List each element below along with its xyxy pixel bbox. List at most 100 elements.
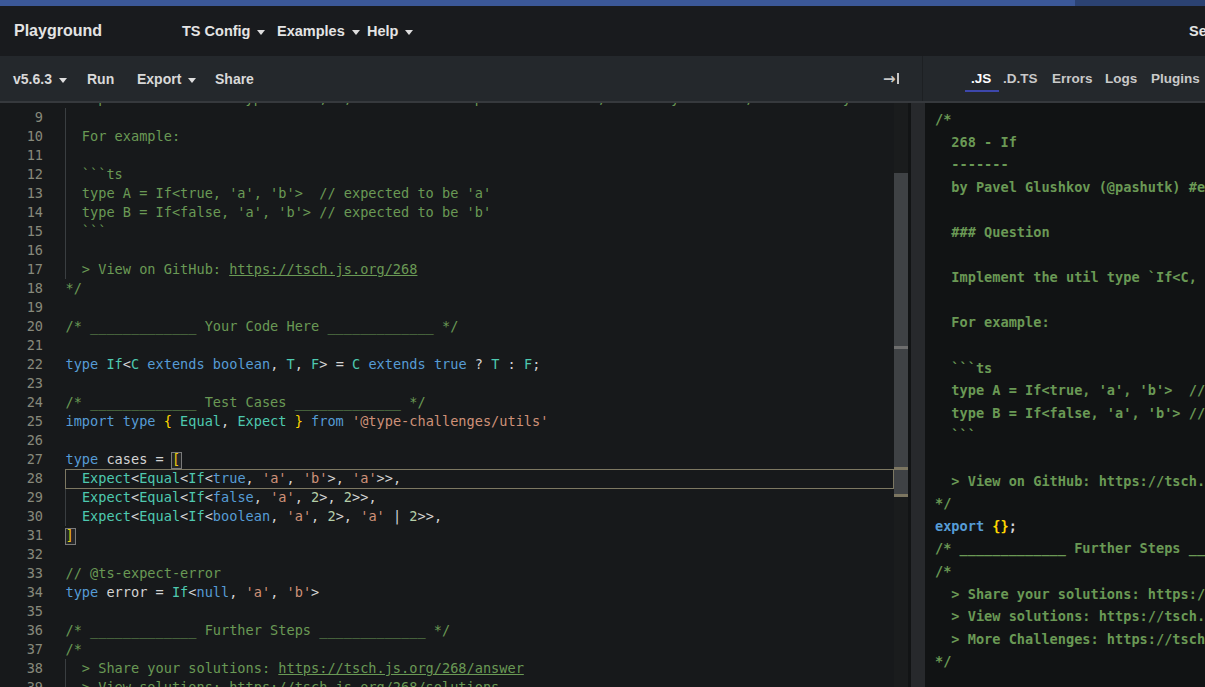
token: 'a' bbox=[270, 489, 295, 505]
token: 'a' bbox=[287, 508, 312, 524]
v5-6-3-button[interactable]: v5.6.3 bbox=[13, 56, 67, 101]
scrollbar-thumb[interactable] bbox=[894, 173, 908, 497]
line-number: 21 bbox=[0, 336, 43, 355]
token: type A = If<true, 'a', 'b'> // expected … bbox=[935, 382, 1205, 398]
output-line: ```ts bbox=[935, 357, 992, 380]
line-number: 37 bbox=[0, 640, 43, 659]
token: For example: bbox=[66, 128, 181, 144]
token: < bbox=[205, 489, 213, 505]
token: Equal bbox=[139, 489, 180, 505]
output-line: by Pavel Glushkov (@pashutk) #easy #util… bbox=[935, 176, 1205, 199]
editor-toolbar: v5.6.3 Run Export Share → .JS .D.TS Errors Log… bbox=[0, 56, 1205, 103]
token: type B = If<false, 'a', 'b'> // expected… bbox=[66, 204, 492, 220]
line-number: 22 bbox=[0, 355, 43, 374]
token: 2 bbox=[327, 508, 335, 524]
line-number: 24 bbox=[0, 393, 43, 412]
settings-button[interactable]: Se bbox=[1189, 6, 1205, 56]
editor-scrollbar[interactable] bbox=[894, 103, 908, 687]
run-button[interactable]: Run bbox=[87, 56, 114, 101]
line-number: 30 bbox=[0, 507, 43, 526]
output-line: /* bbox=[935, 108, 951, 131]
token: /* _____________ Test Cases ____________… bbox=[66, 394, 426, 410]
token: type bbox=[66, 356, 99, 372]
token: > View solutions: bbox=[66, 679, 230, 687]
token: > More Challenges: https://tsch.js.org/p… bbox=[935, 631, 1205, 647]
export-button[interactable]: Export bbox=[137, 56, 196, 101]
token: */ bbox=[935, 495, 951, 511]
token: null bbox=[196, 584, 229, 600]
line-number: 10 bbox=[0, 127, 43, 146]
main-navbar: Playground TS ConfigExamplesHelp Se bbox=[0, 6, 1205, 56]
token: /* bbox=[935, 111, 951, 127]
line-number: 28 bbox=[0, 469, 43, 488]
dock-right-icon[interactable]: → bbox=[883, 56, 899, 101]
token: // @ts-expect-error bbox=[66, 565, 222, 581]
share-button[interactable]: Share bbox=[215, 56, 254, 101]
code-line: */ bbox=[66, 279, 82, 298]
tab-errors[interactable]: Errors bbox=[1052, 56, 1093, 101]
chevron-down-icon bbox=[257, 30, 265, 35]
output-line: > View on GitHub: https://tsch.js.org/26… bbox=[935, 470, 1205, 493]
chevron-down-icon bbox=[188, 78, 196, 83]
token: Implement the util type `If<C, T, F>` wh… bbox=[935, 269, 1205, 285]
token bbox=[66, 508, 82, 524]
output-line: ``` bbox=[935, 424, 976, 447]
token: , bbox=[311, 508, 327, 524]
token: Equal bbox=[172, 413, 221, 429]
nav-menu-help[interactable]: Help bbox=[367, 6, 413, 56]
token: , bbox=[295, 356, 303, 372]
nav-menu-ts-config[interactable]: TS Config bbox=[182, 6, 265, 56]
line-number: 35 bbox=[0, 602, 43, 621]
line-number: 32 bbox=[0, 545, 43, 564]
code-line: Expect<Equal<If<boolean, 'a', 2>, 'a' | … bbox=[66, 507, 443, 526]
line-number: 29 bbox=[0, 488, 43, 507]
token: , bbox=[287, 470, 303, 486]
token: > bbox=[311, 584, 319, 600]
token: = bbox=[147, 451, 172, 467]
token: If bbox=[172, 584, 188, 600]
token: >, bbox=[336, 508, 361, 524]
token: F bbox=[303, 356, 319, 372]
token: import bbox=[66, 413, 115, 429]
nav-menu-examples[interactable]: Examples bbox=[277, 6, 360, 56]
line-number: 9 bbox=[0, 108, 43, 127]
token: > = bbox=[319, 356, 352, 372]
toolbar-item-label: v5.6.3 bbox=[13, 71, 52, 87]
token: boolean bbox=[205, 356, 270, 372]
token: > Share your solutions: https://tsch.js.… bbox=[935, 586, 1205, 602]
tab-dts[interactable]: .D.TS bbox=[1003, 56, 1038, 101]
output-line: > Share your solutions: https://tsch.js.… bbox=[935, 583, 1205, 606]
token: 'a' bbox=[246, 584, 271, 600]
tab-logs[interactable]: Logs bbox=[1105, 56, 1137, 101]
tab-js[interactable]: .JS bbox=[971, 56, 991, 101]
code-line: import type { Equal, Expect } from '@typ… bbox=[66, 412, 549, 431]
code-line: type cases = [ bbox=[66, 450, 181, 469]
token: */ bbox=[66, 280, 82, 296]
code-editor[interactable]: 8910111213141516171819202122232425262728… bbox=[0, 103, 908, 687]
token: from bbox=[303, 413, 344, 429]
token: https://tsch.js.org/268/answer bbox=[278, 660, 524, 676]
code-line: ``` bbox=[66, 222, 107, 241]
arrow-bar bbox=[897, 73, 899, 84]
token: type A = If<true, 'a', 'b'> // expected … bbox=[66, 185, 492, 201]
toolbar-item-label: Share bbox=[215, 71, 254, 87]
token: export bbox=[935, 518, 984, 534]
nav-menu-label: Help bbox=[367, 23, 398, 39]
pane-divider[interactable] bbox=[911, 103, 925, 687]
output-panel[interactable]: /* 268 - If ------- by Pavel Glushkov (@… bbox=[925, 103, 1205, 687]
code-line: > View on GitHub: https://tsch.js.org/26… bbox=[66, 260, 418, 279]
token: 'b' bbox=[303, 470, 328, 486]
token: type B = If<false, 'a', 'b'> // expected… bbox=[935, 405, 1205, 421]
token: , bbox=[295, 489, 311, 505]
token: T bbox=[278, 356, 294, 372]
token: Equal bbox=[139, 470, 180, 486]
toolbar-divider bbox=[922, 56, 923, 101]
token: , bbox=[270, 584, 286, 600]
line-number: 26 bbox=[0, 431, 43, 450]
token: < bbox=[205, 508, 213, 524]
token: true bbox=[426, 356, 467, 372]
output-line: export {}; bbox=[935, 515, 1017, 538]
token: , bbox=[254, 489, 270, 505]
tab-plugins[interactable]: Plugins bbox=[1151, 56, 1200, 101]
token: extends bbox=[139, 356, 204, 372]
